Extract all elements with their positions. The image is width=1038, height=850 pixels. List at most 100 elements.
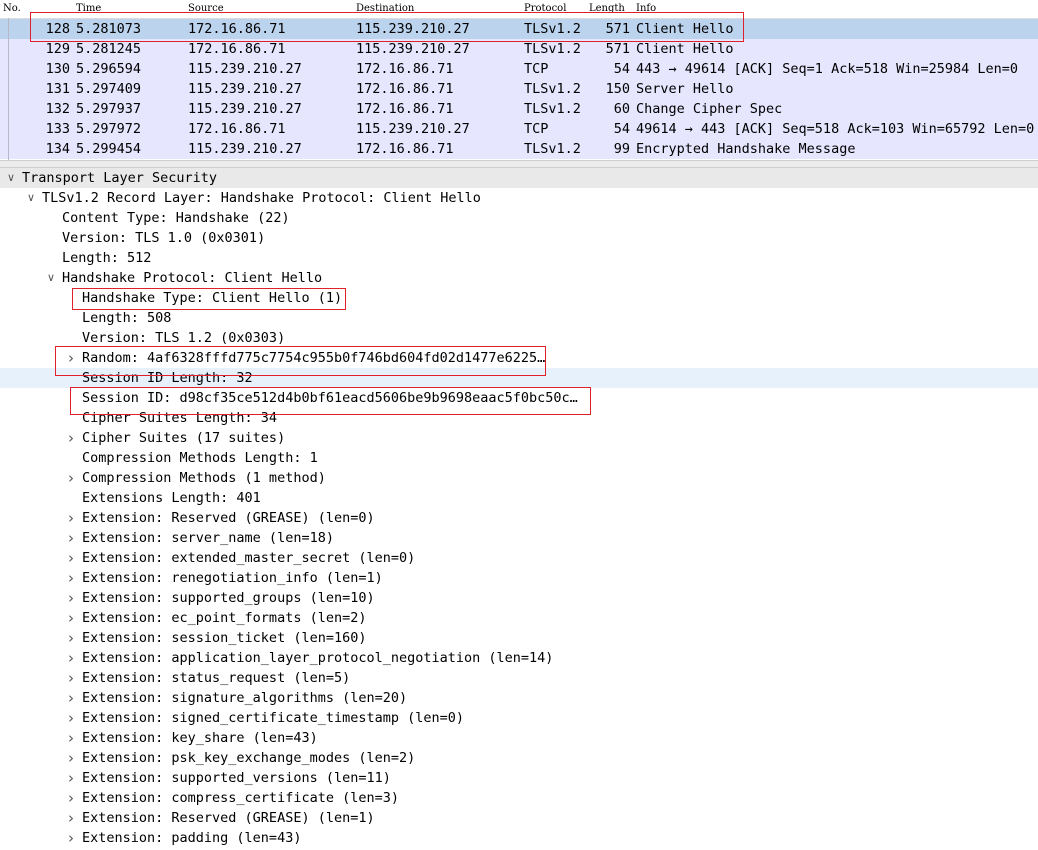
tree-node[interactable]: › Extension: application_layer_protocol_n…	[0, 648, 1038, 668]
packet-number: 130	[45, 61, 70, 77]
tree-node[interactable]: › Random: 4af6328fffd775c7754c955b0f746bd…	[0, 348, 1038, 368]
packet-number: 133	[45, 121, 70, 137]
packet-list-header: No. Time Source Destination Protocol Len…	[0, 0, 1038, 19]
tree-node[interactable]: › Extension: supported_versions (len=11)	[0, 768, 1038, 788]
column-header-info[interactable]: Info	[636, 3, 656, 14]
tree-node[interactable]: Compression Methods Length: 1	[0, 448, 1038, 468]
chevron-right-icon[interactable]: ›	[65, 608, 77, 628]
tree-node-label: Extension: status_request (len=5)	[82, 670, 351, 686]
packet-list: No. Time Source Destination Protocol Len…	[0, 0, 1038, 160]
tree-node-label: Extension: Reserved (GREASE) (len=1)	[82, 810, 375, 826]
tree-node[interactable]: ∨ Transport Layer Security	[0, 168, 1038, 188]
column-header-length[interactable]: Length	[589, 3, 625, 14]
chevron-right-icon[interactable]: ›	[65, 728, 77, 748]
chevron-right-icon[interactable]: ›	[65, 508, 77, 528]
tree-node[interactable]: › Extension: supported_groups (len=10)	[0, 588, 1038, 608]
tree-node[interactable]: › Extension: compress_certificate (len=3)	[0, 788, 1038, 808]
chevron-right-icon[interactable]: ›	[65, 828, 77, 848]
column-header-protocol[interactable]: Protocol	[524, 3, 566, 14]
packet-length: 60	[613, 101, 630, 117]
tree-node[interactable]: Extensions Length: 401	[0, 488, 1038, 508]
chevron-right-icon[interactable]: ›	[65, 768, 77, 788]
pane-splitter[interactable]	[0, 160, 1038, 168]
tree-node[interactable]: Version: TLS 1.0 (0x0301)	[0, 228, 1038, 248]
packet-number: 132	[45, 101, 70, 117]
chevron-right-icon[interactable]: ›	[65, 348, 77, 368]
tree-node[interactable]: Session ID Length: 32	[0, 368, 1038, 388]
packet-source: 115.239.210.27	[188, 141, 302, 157]
tree-node-label: Handshake Protocol: Client Hello	[62, 270, 323, 286]
chevron-right-icon[interactable]: ›	[65, 528, 77, 548]
packet-info: Server Hello	[636, 81, 734, 97]
chevron-down-icon[interactable]: ∨	[45, 268, 57, 288]
tree-node[interactable]: › Extension: renegotiation_info (len=1)	[0, 568, 1038, 588]
packet-row[interactable]: 131 5.297409 115.239.210.27 172.16.86.71 TLS…	[0, 79, 1038, 99]
chevron-right-icon[interactable]: ›	[65, 588, 77, 608]
column-header-source[interactable]: Source	[188, 3, 224, 14]
tree-node[interactable]: ∨ TLSv1.2 Record Layer: Handshake Protoco…	[0, 188, 1038, 208]
packet-time: 5.281073	[76, 21, 142, 37]
chevron-right-icon[interactable]: ›	[65, 708, 77, 728]
chevron-right-icon[interactable]: ›	[65, 568, 77, 588]
chevron-right-icon[interactable]: ›	[65, 788, 77, 808]
packet-row[interactable]: 134 5.299454 115.239.210.27 172.16.86.71 TLS…	[0, 139, 1038, 159]
chevron-down-icon[interactable]: ∨	[25, 188, 37, 208]
chevron-right-icon[interactable]: ›	[65, 808, 77, 828]
column-header-no[interactable]: No.	[3, 3, 21, 14]
chevron-down-icon[interactable]: ∨	[5, 168, 17, 188]
chevron-right-icon[interactable]: ›	[65, 548, 77, 568]
tree-node[interactable]: › Extension: signed_certificate_timestamp…	[0, 708, 1038, 728]
packet-row[interactable]: 133 5.297972 172.16.86.71 115.239.210.27 TCP…	[0, 119, 1038, 139]
chevron-right-icon[interactable]: ›	[65, 748, 77, 768]
packet-protocol: TCP	[524, 61, 549, 77]
tree-node[interactable]: › Extension: status_request (len=5)	[0, 668, 1038, 688]
packet-length: 571	[605, 21, 630, 37]
packet-row-selected[interactable]: 128 5.281073 172.16.86.71 115.239.210.27 TLS…	[0, 19, 1038, 39]
tree-node[interactable]: › Extension: session_ticket (len=160)	[0, 628, 1038, 648]
packet-info: 443 → 49614 [ACK] Seq=1 Ack=518 Win=2598…	[636, 61, 1019, 77]
tree-node[interactable]: › Extension: signature_algorithms (len=20…	[0, 688, 1038, 708]
tree-node[interactable]: Session ID: d98cf35ce512d4b0bf61eacd5606…	[0, 388, 1038, 408]
chevron-right-icon[interactable]: ›	[65, 648, 77, 668]
tree-node-label: Session ID Length: 32	[82, 370, 253, 386]
tree-node[interactable]: › Compression Methods (1 method)	[0, 468, 1038, 488]
tree-node[interactable]: › Cipher Suites (17 suites)	[0, 428, 1038, 448]
tree-node[interactable]: › Extension: Reserved (GREASE) (len=1)	[0, 808, 1038, 828]
tree-node[interactable]: › Extension: key_share (len=43)	[0, 728, 1038, 748]
chevron-right-icon[interactable]: ›	[65, 428, 77, 448]
tree-node[interactable]: › Extension: Reserved (GREASE) (len=0)	[0, 508, 1038, 528]
tree-node[interactable]: › Extension: padding (len=43)	[0, 828, 1038, 848]
tree-node[interactable]: Length: 512	[0, 248, 1038, 268]
tree-node[interactable]: Version: TLS 1.2 (0x0303)	[0, 328, 1038, 348]
packet-length: 571	[605, 41, 630, 57]
tree-node-label: Extension: signature_algorithms (len=20)	[82, 690, 408, 706]
packet-destination: 172.16.86.71	[356, 141, 454, 157]
packet-time: 5.297972	[76, 121, 142, 137]
chevron-right-icon[interactable]: ›	[65, 468, 77, 488]
packet-row[interactable]: 130 5.296594 115.239.210.27 172.16.86.71 TCP…	[0, 59, 1038, 79]
tree-node-label: Content Type: Handshake (22)	[62, 210, 290, 226]
tree-node[interactable]: Length: 508	[0, 308, 1038, 328]
tree-node[interactable]: Content Type: Handshake (22)	[0, 208, 1038, 228]
chevron-right-icon[interactable]: ›	[65, 668, 77, 688]
packet-info: Client Hello	[636, 41, 734, 57]
tree-node-label: Extension: supported_versions (len=11)	[82, 770, 391, 786]
tree-node[interactable]: › Extension: ec_point_formats (len=2)	[0, 608, 1038, 628]
tree-node-label: Version: TLS 1.0 (0x0301)	[62, 230, 266, 246]
column-header-time[interactable]: Time	[76, 3, 101, 14]
packet-destination: 172.16.86.71	[356, 101, 454, 117]
packet-time: 5.299454	[76, 141, 142, 157]
packet-destination: 172.16.86.71	[356, 81, 454, 97]
tree-node-label: Extension: ec_point_formats (len=2)	[82, 610, 367, 626]
chevron-right-icon[interactable]: ›	[65, 688, 77, 708]
tree-node[interactable]: › Extension: server_name (len=18)	[0, 528, 1038, 548]
packet-row[interactable]: 132 5.297937 115.239.210.27 172.16.86.71 TLS…	[0, 99, 1038, 119]
packet-row[interactable]: 129 5.281245 172.16.86.71 115.239.210.27 TLS…	[0, 39, 1038, 59]
tree-node[interactable]: Cipher Suites Length: 34	[0, 408, 1038, 428]
column-header-destination[interactable]: Destination	[356, 3, 414, 14]
tree-node[interactable]: ∨ Handshake Protocol: Client Hello	[0, 268, 1038, 288]
tree-node[interactable]: Handshake Type: Client Hello (1)	[0, 288, 1038, 308]
tree-node[interactable]: › Extension: extended_master_secret (len=…	[0, 548, 1038, 568]
chevron-right-icon[interactable]: ›	[65, 628, 77, 648]
tree-node[interactable]: › Extension: psk_key_exchange_modes (len=…	[0, 748, 1038, 768]
